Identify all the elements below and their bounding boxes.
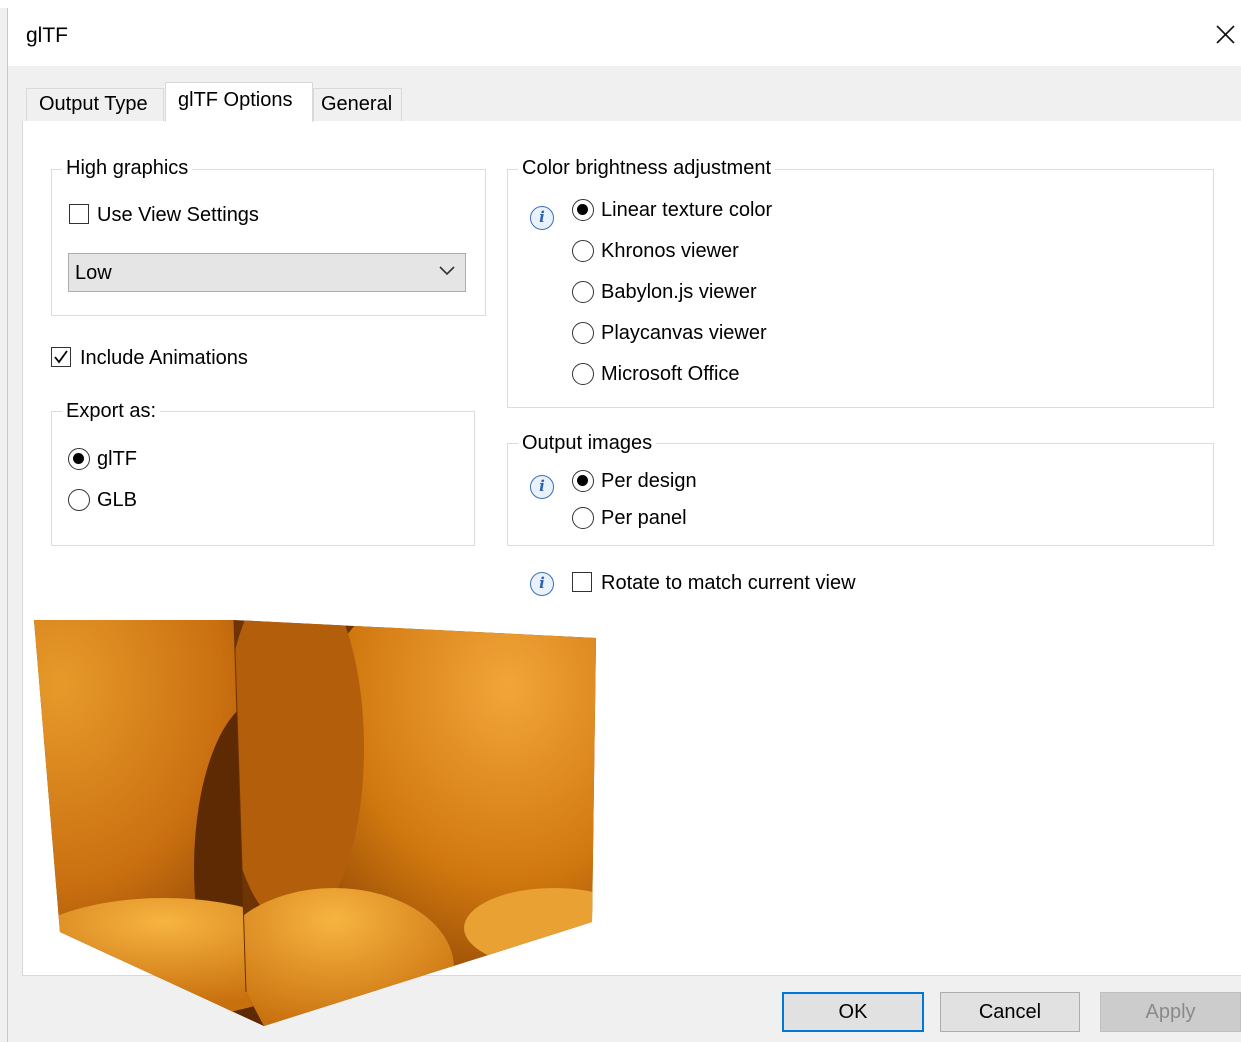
radio-dot	[73, 453, 84, 464]
dialog-title: glTF	[26, 24, 68, 47]
include-animations-label: Include Animations	[80, 347, 248, 369]
use-view-settings-checkbox[interactable]	[69, 204, 89, 224]
close-icon	[1216, 25, 1235, 44]
per-panel-label: Per panel	[601, 507, 687, 529]
close-button[interactable]	[1212, 18, 1240, 52]
quality-value: Low	[75, 262, 112, 284]
tab-label: Output Type	[39, 93, 148, 115]
babylonjs-viewer-radio[interactable]	[572, 281, 594, 303]
info-icon[interactable]: i	[530, 475, 554, 499]
window-left-edge	[0, 8, 8, 1042]
output-images-group	[507, 443, 1214, 546]
export-glb-radio[interactable]	[68, 489, 90, 511]
khronos-viewer-label: Khronos viewer	[601, 240, 739, 262]
checkmark-icon	[54, 350, 68, 364]
microsoft-office-label: Microsoft Office	[601, 363, 740, 385]
tab-label: glTF Options	[178, 89, 293, 111]
radio-dot	[577, 204, 588, 215]
export-gltf-label: glTF	[97, 448, 137, 470]
tab-general[interactable]: General	[313, 88, 402, 121]
microsoft-office-radio[interactable]	[572, 363, 594, 385]
quality-dropdown[interactable]: Low	[68, 253, 466, 292]
info-icon[interactable]: i	[530, 572, 554, 596]
export-glb-label: GLB	[97, 489, 138, 511]
rotate-to-match-label: Rotate to match current view	[601, 572, 856, 594]
linear-texture-color-label: Linear texture color	[601, 199, 773, 221]
output-images-legend: Output images	[518, 432, 657, 455]
chevron-down-icon	[439, 266, 455, 276]
ok-button[interactable]: OK	[782, 992, 924, 1032]
3d-preview-image	[34, 619, 596, 1026]
high-graphics-legend: High graphics	[62, 157, 193, 180]
linear-texture-color-radio[interactable]	[572, 199, 594, 221]
info-icon[interactable]: i	[530, 206, 554, 230]
high-graphics-group	[51, 169, 486, 316]
rotate-to-match-checkbox[interactable]	[572, 572, 592, 592]
export-gltf-radio[interactable]	[68, 448, 90, 470]
khronos-viewer-radio[interactable]	[572, 240, 594, 262]
per-design-radio[interactable]	[572, 470, 594, 492]
playcanvas-viewer-radio[interactable]	[572, 322, 594, 344]
tab-gltf-options[interactable]: glTF Options	[165, 82, 313, 122]
tab-output-type[interactable]: Output Type	[26, 88, 164, 121]
color-brightness-legend: Color brightness adjustment	[518, 157, 776, 180]
per-design-label: Per design	[601, 470, 697, 492]
per-panel-radio[interactable]	[572, 507, 594, 529]
use-view-settings-label: Use View Settings	[97, 204, 259, 226]
babylonjs-viewer-label: Babylon.js viewer	[601, 281, 757, 303]
playcanvas-viewer-label: Playcanvas viewer	[601, 322, 767, 344]
cancel-button[interactable]: Cancel	[940, 992, 1080, 1032]
include-animations-checkbox[interactable]	[51, 347, 71, 367]
radio-dot	[577, 475, 588, 486]
export-as-group	[51, 411, 475, 546]
apply-button[interactable]: Apply	[1100, 992, 1241, 1032]
export-as-legend: Export as:	[62, 400, 161, 423]
tab-label: General	[321, 93, 393, 115]
